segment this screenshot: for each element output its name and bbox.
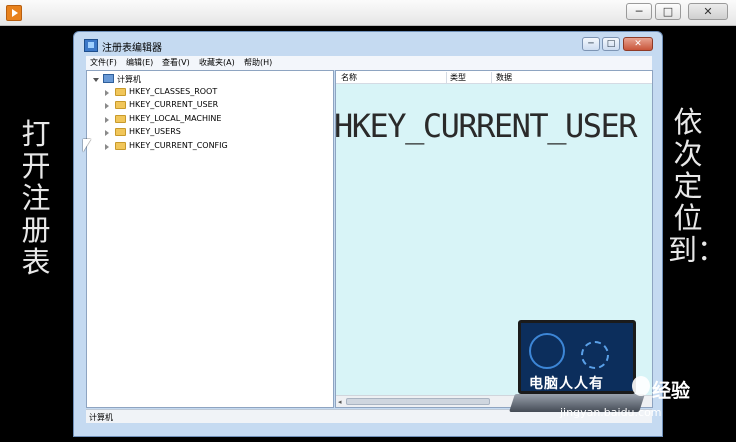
tree-root-computer[interactable]: 计算机 bbox=[91, 73, 211, 86]
status-text: 计算机 bbox=[89, 413, 113, 422]
expand-arrow-icon[interactable] bbox=[105, 144, 109, 150]
player-minimize-button[interactable]: ─ bbox=[626, 3, 652, 20]
column-divider[interactable] bbox=[446, 72, 447, 83]
left-caption: 打开注册表 bbox=[21, 117, 51, 279]
tree-item-hkey-current-config[interactable]: HKEY_CURRENT_CONFIG bbox=[103, 140, 303, 153]
player-maximize-button[interactable]: □ bbox=[655, 3, 681, 20]
watermark-brand: 经验 bbox=[652, 380, 691, 402]
folder-icon bbox=[115, 101, 126, 109]
registry-tree[interactable]: 计算机 HKEY_CLASSES_ROOT HKEY_CURRENT_USER … bbox=[86, 70, 334, 408]
expand-arrow-icon[interactable] bbox=[105, 103, 109, 109]
watermark-logo-text: 电脑人人有 bbox=[529, 376, 604, 392]
tree-item-hkey-users[interactable]: HKEY_USERS bbox=[103, 126, 303, 139]
player-titlebar[interactable]: ─ □ ✕ bbox=[0, 0, 736, 26]
right-caption: 依次定位到： bbox=[668, 105, 727, 267]
expand-arrow-icon[interactable] bbox=[105, 90, 109, 96]
mouse-cursor-icon bbox=[83, 139, 91, 152]
player-close-button[interactable]: ✕ bbox=[688, 3, 728, 20]
decoration-ring bbox=[529, 333, 565, 369]
tree-root-label: 计算机 bbox=[117, 75, 141, 84]
regedit-minimize-button[interactable]: ─ bbox=[582, 37, 600, 51]
column-type[interactable]: 类型 bbox=[450, 72, 466, 83]
tree-item-label: HKEY_USERS bbox=[129, 127, 181, 136]
tree-item-label: HKEY_LOCAL_MACHINE bbox=[129, 114, 222, 123]
menu-bar: 文件(F) 编辑(E) 查看(V) 收藏夹(A) 帮助(H) bbox=[86, 56, 652, 70]
baidu-paw-icon bbox=[632, 376, 650, 396]
overlay-caption: HKEY_CURRENT_USER bbox=[334, 107, 638, 145]
column-data[interactable]: 数据 bbox=[496, 72, 512, 83]
column-divider[interactable] bbox=[491, 72, 492, 83]
folder-icon bbox=[115, 115, 126, 123]
computer-icon bbox=[103, 74, 114, 83]
watermark-url: jingyan.baidu.com bbox=[560, 406, 662, 419]
menu-file[interactable]: 文件(F) bbox=[90, 57, 117, 68]
player-app-icon[interactable] bbox=[6, 5, 22, 21]
folder-icon bbox=[115, 128, 126, 136]
column-header: 名称 类型 数据 bbox=[336, 71, 652, 84]
video-player-window: ─ □ ✕ 打开注册表 依次定位到： 注册表编辑器 ─ □ ✕ 文件(F) 编辑… bbox=[0, 0, 736, 442]
regedit-title: 注册表编辑器 bbox=[102, 43, 162, 54]
regedit-close-button[interactable]: ✕ bbox=[623, 37, 653, 51]
menu-favorites[interactable]: 收藏夹(A) bbox=[199, 57, 235, 68]
tree-item-label: HKEY_CURRENT_USER bbox=[129, 100, 219, 109]
menu-help[interactable]: 帮助(H) bbox=[244, 57, 272, 68]
collapse-arrow-icon[interactable] bbox=[93, 78, 99, 82]
tree-item-label: HKEY_CLASSES_ROOT bbox=[129, 87, 218, 96]
menu-edit[interactable]: 编辑(E) bbox=[126, 57, 153, 68]
decoration-ring bbox=[581, 341, 609, 369]
tree-item-hkey-local-machine[interactable]: HKEY_LOCAL_MACHINE bbox=[103, 113, 303, 126]
regedit-titlebar[interactable]: 注册表编辑器 ─ □ ✕ bbox=[74, 32, 662, 58]
regedit-maximize-button[interactable]: □ bbox=[602, 37, 620, 51]
tree-item-hkey-current-user[interactable]: HKEY_CURRENT_USER bbox=[103, 99, 303, 112]
laptop-screen: 电脑人人有 bbox=[518, 320, 636, 394]
expand-arrow-icon[interactable] bbox=[105, 117, 109, 123]
scroll-left-icon[interactable]: ◂ bbox=[338, 398, 342, 406]
tree-item-hkey-classes-root[interactable]: HKEY_CLASSES_ROOT bbox=[103, 86, 303, 99]
scrollbar-thumb[interactable] bbox=[346, 398, 490, 405]
folder-icon bbox=[115, 142, 126, 150]
menu-view[interactable]: 查看(V) bbox=[162, 57, 190, 68]
column-name[interactable]: 名称 bbox=[341, 72, 357, 83]
folder-icon bbox=[115, 88, 126, 96]
regedit-icon bbox=[84, 39, 98, 52]
tree-item-label: HKEY_CURRENT_CONFIG bbox=[129, 141, 228, 150]
expand-arrow-icon[interactable] bbox=[105, 130, 109, 136]
